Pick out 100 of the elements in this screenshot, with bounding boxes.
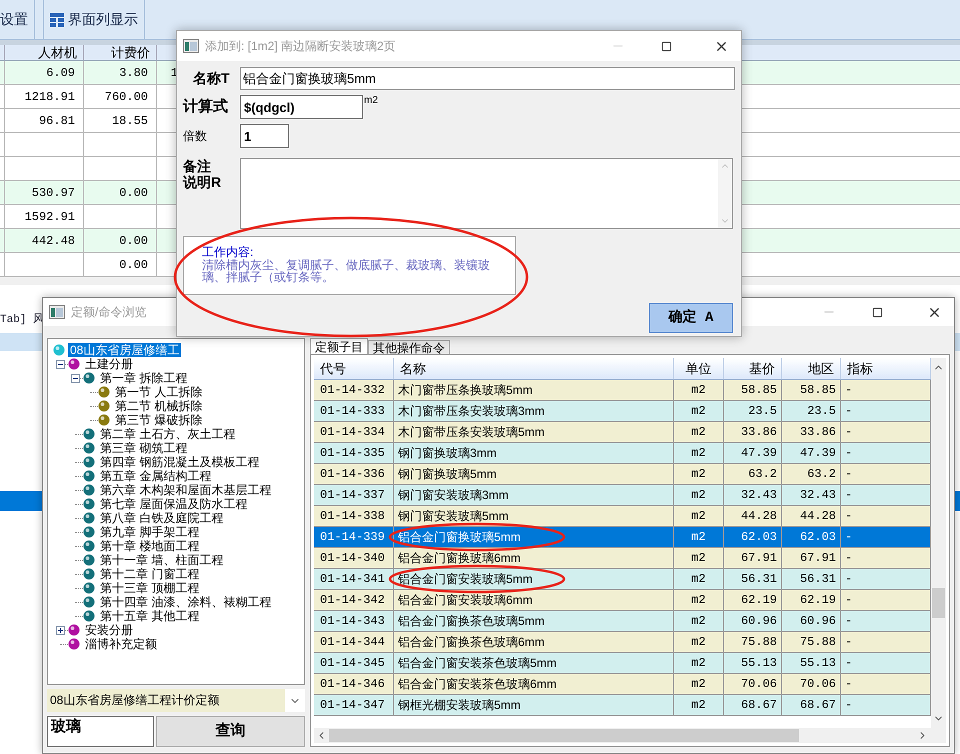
tree-item[interactable]: 第八章 白铁及庭院工程 (98, 511, 226, 525)
table-cell-text: 62.03 (740, 529, 777, 546)
ball-icon (68, 638, 80, 650)
table-cell-text: - (845, 676, 852, 693)
table-cell-text: 62.19 (740, 592, 777, 609)
tree-item[interactable]: 第二章 土石方、灰土工程 (98, 427, 238, 441)
ball-icon (83, 582, 95, 594)
tree-item[interactable]: 第十五章 其他工程 (98, 609, 202, 623)
tree-item[interactable]: 淄博补充定额 (83, 637, 159, 651)
table-cell-text: - (845, 697, 852, 714)
toolbar-button[interactable]: 界面列显示 (43, 0, 145, 39)
multiplier-field[interactable]: 1 (240, 124, 289, 148)
table-cell-text: 47.39 (740, 445, 777, 462)
tree-item[interactable]: 第六章 木构架和屋面木基层工程 (98, 483, 274, 497)
ball-icon (98, 386, 110, 398)
tree-item[interactable]: 第四章 钢筋混凝土及模板工程 (98, 455, 262, 469)
table-cell-text: 44.28 (800, 508, 836, 525)
table-cell-text: 23.5 (748, 403, 777, 420)
ball-icon (83, 540, 95, 552)
expander-icon[interactable] (56, 360, 65, 368)
maximize-icon[interactable] (872, 306, 883, 318)
name-label: 名称T (192, 69, 231, 88)
horizontal-scrollbar[interactable] (314, 728, 946, 743)
table-row[interactable]: 01-14-339 铝合金门窗换玻璃5mm m2 62.03 62.03 - (314, 527, 931, 548)
ball-icon (83, 484, 95, 496)
table-cell-text: m2 (691, 634, 706, 651)
name-field[interactable]: 铝合金门窗换玻璃5mm (240, 67, 735, 90)
table-cell-text: 铝合金门窗安装茶色玻璃6mm (398, 676, 557, 693)
maximize-icon[interactable] (661, 40, 672, 52)
tree-item[interactable]: 土建分册 (83, 357, 135, 371)
tree-item[interactable]: 第一章 拆除工程 (98, 371, 190, 385)
column-header[interactable]: 地区 (782, 358, 841, 379)
tree-item[interactable]: 第一节 人工拆除 (113, 385, 204, 399)
library-dropdown[interactable]: 08山东省房屋修缮工程计价定额 (47, 689, 305, 712)
tree-item[interactable]: 第七章 屋面保温及防水工程 (98, 497, 250, 511)
tree-item[interactable]: 08山东省房屋修缮工 (68, 343, 182, 357)
table-cell-text: 32.43 (800, 487, 836, 504)
table-cell-text: m2 (691, 487, 706, 504)
table-cell-text: m2 (691, 613, 706, 630)
table-row[interactable]: 01-14-341 铝合金门窗安装玻璃5mm m2 56.31 56.31 - (314, 569, 931, 590)
window-icon (49, 305, 65, 319)
table-row[interactable]: 01-14-336 钢门窗换玻璃5mm m2 63.2 63.2 - (314, 464, 931, 485)
scroll-thumb[interactable] (932, 588, 945, 618)
column-header[interactable]: 代号 (314, 358, 394, 379)
tree-item[interactable]: 第五章 金属结构工程 (98, 469, 214, 483)
tree-item[interactable]: 第十三章 顶棚工程 (98, 581, 202, 595)
ok-button[interactable]: 确定 A (649, 303, 733, 333)
tree-item[interactable]: 第三节 爆破拆除 (113, 413, 204, 427)
ball-icon (98, 414, 110, 426)
table-row[interactable]: 01-14-334 木门窗带压条安装玻璃5mm m2 33.86 33.86 - (314, 422, 931, 443)
column-header[interactable]: 单位 (674, 358, 724, 379)
tree-item[interactable]: 第九章 脚手架工程 (98, 525, 202, 539)
table-row[interactable]: 01-14-338 钢门窗安装玻璃5mm m2 44.28 44.28 - (314, 506, 931, 527)
column-header[interactable]: 名称 (394, 358, 674, 379)
table-cell-text: 01-14-344 (320, 634, 385, 651)
table-cell-text: 木门窗带压条安装玻璃5mm (398, 424, 545, 441)
tree-item[interactable]: 第十章 楼地面工程 (98, 539, 202, 553)
table-row[interactable]: 01-14-345 铝合金门窗安装茶色玻璃5mm m2 55.13 55.13 - (314, 653, 931, 674)
table-row[interactable]: 01-14-337 钢门窗安装玻璃3mm m2 32.43 32.43 - (314, 485, 931, 506)
table-row[interactable]: 01-14-335 钢门窗换玻璃3mm m2 47.39 47.39 - (314, 443, 931, 464)
table-row[interactable]: 01-14-340 铝合金门窗换玻璃6mm m2 67.91 67.91 - (314, 548, 931, 569)
ball-icon (83, 512, 95, 524)
scroll-thumb[interactable] (329, 729, 799, 742)
unit-label: m2 (364, 95, 378, 107)
table-cell-text: - (845, 592, 852, 609)
table-cell-text: - (845, 445, 852, 462)
remark-label: 备注 (183, 158, 212, 174)
table-cell-text: 56.31 (740, 571, 777, 588)
table-cell-text: 铝合金门窗安装玻璃6mm (398, 592, 533, 609)
tree-item[interactable]: 第二节 机械拆除 (113, 399, 204, 413)
vertical-scrollbar[interactable] (931, 358, 946, 728)
tab[interactable]: 其他操作命令 (368, 340, 450, 354)
table-row[interactable]: 01-14-347 钢框光棚安装玻璃5mm m2 68.67 68.67 - (314, 695, 931, 716)
table-row[interactable]: 01-14-346 铝合金门窗安装茶色玻璃6mm m2 70.06 70.06 - (314, 674, 931, 695)
tree-item[interactable]: 安装分册 (83, 623, 135, 637)
tree-item[interactable]: 第三章 砌筑工程 (98, 441, 190, 455)
formula-field[interactable]: $(qdgcl) (240, 95, 363, 119)
table-cell-text: 62.03 (800, 529, 836, 546)
table-cell-text: 56.31 (800, 571, 836, 588)
expander-icon[interactable] (71, 374, 80, 382)
tree-item[interactable]: 第十四章 油漆、涂料、裱糊工程 (98, 595, 274, 609)
tree-item[interactable]: 第十一章 墙、柱面工程 (98, 553, 226, 567)
table-row[interactable]: 01-14-333 木门窗带压条安装玻璃3mm m2 23.5 23.5 - (314, 401, 931, 422)
table-cell-text: 钢门窗换玻璃5mm (398, 466, 497, 483)
search-button[interactable]: 查询 (156, 716, 305, 747)
work-content-heading: 工作内容: (202, 246, 254, 259)
table-cell-text: - (845, 466, 852, 483)
tree-item[interactable]: 第十二章 门窗工程 (98, 567, 202, 581)
table-cell-text: 木门窗带压条安装玻璃3mm (398, 403, 545, 420)
table-cell-text: 01-14-343 (320, 613, 385, 630)
table-cell-text: 01-14-336 (320, 466, 385, 483)
expander-icon[interactable] (56, 626, 65, 634)
toolbar-button[interactable]: 设置 (0, 0, 35, 39)
table-row[interactable]: 01-14-342 铝合金门窗安装玻璃6mm m2 62.19 62.19 - (314, 590, 931, 611)
column-header[interactable]: 基价 (724, 358, 782, 379)
grid-icon (50, 12, 64, 26)
tab[interactable]: 定额子目 (310, 338, 368, 354)
table-row[interactable]: 01-14-343 铝合金门窗换茶色玻璃5mm m2 60.96 60.96 - (314, 611, 931, 632)
table-row[interactable]: 01-14-344 铝合金门窗换茶色玻璃6mm m2 75.88 75.88 - (314, 632, 931, 653)
table-row[interactable]: 01-14-332 木门窗带压条换玻璃5mm m2 58.85 58.85 - (314, 380, 931, 401)
